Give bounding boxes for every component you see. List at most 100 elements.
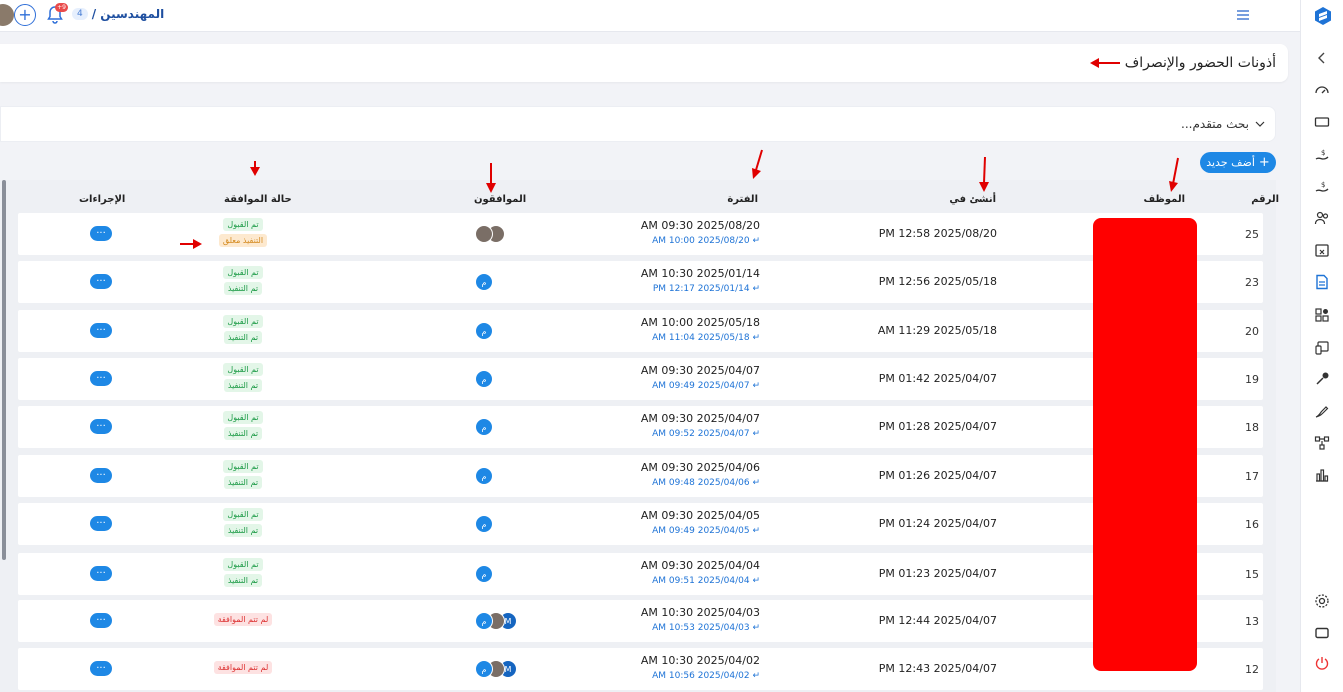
row-id: 15 [1245, 568, 1259, 581]
status-badge: لم تتم الموافقة [213, 661, 273, 674]
workflow-icon[interactable] [1312, 433, 1332, 453]
signature-icon[interactable] [1312, 401, 1332, 421]
salary-hand-icon[interactable]: $ [1312, 177, 1332, 197]
period-start: 2025/04/02 10:30 AM [640, 654, 760, 667]
devices-icon[interactable] [1312, 338, 1332, 358]
calendar-x-icon[interactable] [1312, 240, 1332, 260]
period-end: ↵ 2025/01/14 12:17 PM [653, 284, 760, 294]
user-avatar[interactable] [0, 4, 14, 26]
table-row[interactable]: 25 2025/08/20 12:58 PM 2025/08/20 09:30 AM… [18, 213, 1263, 255]
table-row[interactable]: 17 2025/04/07 01:26 PM 2025/04/06 09:30 AM… [18, 455, 1263, 497]
period-end: ↵ 2025/04/07 09:52 AM [652, 429, 760, 439]
document-icon[interactable] [1312, 272, 1332, 292]
column-header-id[interactable]: الرقم [1251, 194, 1279, 205]
approver-avatar[interactable]: م [475, 565, 493, 583]
approvers-avatars: مM [475, 612, 517, 630]
advanced-search-toggle[interactable]: بحث متقدم... [1181, 117, 1265, 131]
table-row[interactable]: 19 2025/04/07 01:42 PM 2025/04/07 09:30 AM… [18, 358, 1263, 400]
period-start: 2025/04/05 09:30 AM [640, 509, 760, 522]
return-arrow-icon: ↵ [749, 671, 760, 681]
actions-menu-button[interactable]: ··· [90, 516, 112, 531]
table-row[interactable]: 15 2025/04/07 01:23 PM 2025/04/04 09:30 AM… [18, 553, 1263, 595]
settings-gear-icon[interactable] [1312, 591, 1332, 611]
actions-menu-button[interactable]: ··· [90, 613, 112, 628]
period-start: 2025/05/18 10:00 AM [640, 316, 760, 329]
approver-avatar[interactable]: م [475, 660, 493, 678]
actions-menu-button[interactable]: ··· [90, 274, 112, 289]
actions-menu-button[interactable]: ··· [90, 566, 112, 581]
users-icon[interactable] [1312, 208, 1332, 228]
period-end: ↵ 2025/04/06 09:48 AM [652, 478, 760, 488]
approver-avatar[interactable]: م [475, 418, 493, 436]
period-end: ↵ 2025/04/05 09:49 AM [652, 526, 760, 536]
table-row[interactable]: 16 2025/04/07 01:24 PM 2025/04/05 09:30 AM… [18, 503, 1263, 545]
approver-avatar[interactable]: م [475, 273, 493, 291]
annotation-arrow [979, 156, 989, 192]
status-badge: التنفيذ معلق [218, 234, 268, 247]
approvers-avatars: مM [475, 660, 517, 678]
chevron-left-icon[interactable] [1312, 48, 1332, 68]
approver-avatar[interactable] [475, 225, 493, 243]
approver-avatar[interactable]: م [475, 612, 493, 630]
status-badge: تم القبول [223, 558, 263, 571]
approver-avatar[interactable]: م [475, 370, 493, 388]
row-id: 13 [1245, 615, 1259, 628]
approver-avatar[interactable]: م [475, 322, 493, 340]
redacted-employee-column [1093, 218, 1197, 671]
actions-menu-button[interactable]: ··· [90, 468, 112, 483]
period-end-text: 2025/05/18 11:04 AM [652, 333, 750, 343]
breadcrumb: المهندسين / 4 [72, 7, 164, 21]
dashboard-gauge-icon[interactable] [1312, 80, 1332, 100]
payment-hand-icon[interactable]: $ [1312, 145, 1332, 165]
created-at: 2025/04/07 01:42 PM [878, 372, 997, 385]
row-id: 12 [1245, 663, 1259, 676]
table-row[interactable]: 23 2025/05/18 12:56 PM 2025/01/14 10:30 AM… [18, 261, 1263, 303]
return-arrow-icon: ↵ [749, 478, 760, 488]
period-start: 2025/04/04 09:30 AM [640, 559, 760, 572]
ticket-icon[interactable] [1312, 112, 1332, 132]
top-bar: + +9 المهندسين / 4 [0, 0, 1300, 32]
vertical-scrollbar[interactable] [2, 180, 6, 560]
reports-chart-icon[interactable] [1312, 465, 1332, 485]
approval-status: تم القبول تم التنفيذ [208, 558, 278, 587]
fullscreen-icon[interactable] [1312, 623, 1332, 643]
status-badge: تم التنفيذ [223, 427, 263, 440]
return-arrow-icon: ↵ [749, 381, 760, 391]
svg-text:$: $ [1321, 149, 1325, 157]
period-end-text: 2025/08/20 10:00 AM [652, 236, 750, 246]
approvers-avatars: م [475, 370, 493, 388]
period-end-text: 2025/01/14 12:17 PM [652, 284, 750, 294]
verified-tool-icon[interactable] [1312, 369, 1332, 389]
table-row[interactable]: 13 2025/04/07 12:44 PM 2025/04/03 10:30 AM… [18, 600, 1263, 642]
chevron-down-icon [1255, 121, 1265, 127]
menu-icon[interactable] [1236, 8, 1250, 22]
table-row[interactable]: 18 2025/04/07 01:28 PM 2025/04/07 09:30 AM… [18, 406, 1263, 448]
add-icon[interactable]: + [14, 4, 36, 26]
widgets-icon[interactable] [1312, 305, 1332, 325]
column-header-period[interactable]: الفترة [727, 194, 758, 205]
add-new-button[interactable]: + أضف جديد [1200, 152, 1276, 173]
column-header-status[interactable]: حالة الموافقة [224, 194, 292, 205]
period-end: ↵ 2025/04/02 10:56 AM [652, 671, 760, 681]
breadcrumb-label[interactable]: المهندسين / [92, 7, 164, 21]
actions-menu-button[interactable]: ··· [90, 226, 112, 241]
logout-power-icon[interactable] [1312, 653, 1332, 673]
approvers-avatars: م [475, 515, 493, 533]
status-badge: تم القبول [223, 411, 263, 424]
approver-avatar[interactable]: م [475, 515, 493, 533]
column-header-approvers[interactable]: الموافقون [474, 194, 526, 205]
table-row[interactable]: 20 2025/05/18 11:29 AM 2025/05/18 10:00 AM… [18, 310, 1263, 352]
table-row[interactable]: 12 2025/04/07 12:43 PM 2025/04/02 10:30 AM… [18, 648, 1263, 690]
annotation-arrow [180, 239, 202, 249]
period-end-text: 2025/04/07 09:49 AM [652, 381, 750, 391]
actions-menu-button[interactable]: ··· [90, 661, 112, 676]
advanced-search-label: بحث متقدم... [1181, 117, 1249, 131]
column-header-created[interactable]: أنشئ في [949, 194, 996, 205]
advanced-search-panel[interactable]: بحث متقدم... [0, 106, 1276, 142]
actions-menu-button[interactable]: ··· [90, 371, 112, 386]
approver-avatar[interactable]: م [475, 467, 493, 485]
column-header-actions: الإجراءات [79, 194, 126, 205]
actions-menu-button[interactable]: ··· [90, 323, 112, 338]
notification-bell-icon[interactable]: +9 [46, 3, 68, 25]
actions-menu-button[interactable]: ··· [90, 419, 112, 434]
